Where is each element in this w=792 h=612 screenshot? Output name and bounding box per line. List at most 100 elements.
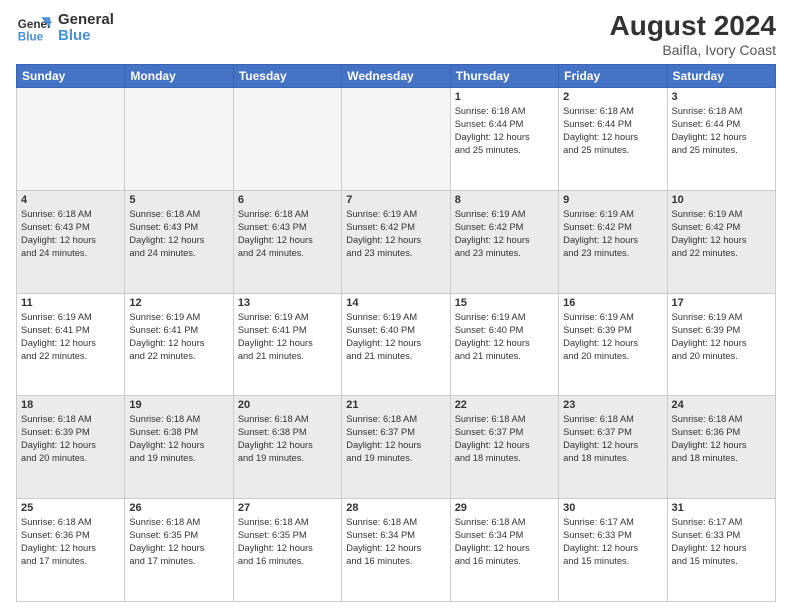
- calendar-cell: 12 Sunrise: 6:19 AM Sunset: 6:41 PM Dayli…: [125, 293, 233, 396]
- day-info: Sunrise: 6:18 AM Sunset: 6:36 PM Dayligh…: [21, 516, 120, 568]
- day-number: 10: [672, 194, 771, 206]
- day-info: Sunrise: 6:19 AM Sunset: 6:39 PM Dayligh…: [672, 311, 771, 363]
- day-info: Sunrise: 6:18 AM Sunset: 6:37 PM Dayligh…: [346, 413, 445, 465]
- calendar-cell: [125, 88, 233, 191]
- calendar-cell: 10Sunrise: 6:19 AM Sunset: 6:42 PM Dayli…: [667, 190, 775, 293]
- calendar-cell: 6Sunrise: 6:18 AM Sunset: 6:43 PM Daylig…: [233, 190, 341, 293]
- calendar-week-row: 4 Sunrise: 6:18 AM Sunset: 6:43 PM Daylig…: [17, 190, 776, 293]
- day-info: Sunrise: 6:18 AM Sunset: 6:44 PM Dayligh…: [455, 105, 554, 157]
- day-info: Sunrise: 6:19 AM Sunset: 6:40 PM Dayligh…: [346, 311, 445, 363]
- svg-text:Blue: Blue: [18, 31, 44, 44]
- day-info: Sunrise: 6:17 AM Sunset: 6:33 PM Dayligh…: [672, 516, 771, 568]
- calendar-cell: 29 Sunrise: 6:18 AM Sunset: 6:34 PM Dayli…: [450, 499, 558, 602]
- logo-general: General: [58, 12, 114, 29]
- day-number: 20: [238, 399, 337, 411]
- location: Baifla, Ivory Coast: [610, 42, 777, 58]
- day-number: 18: [21, 399, 120, 411]
- calendar-cell: 13 Sunrise: 6:19 AM Sunset: 6:41 PM Dayli…: [233, 293, 341, 396]
- logo-blue: Blue: [58, 28, 114, 45]
- calendar-cell: 19Sunrise: 6:18 AM Sunset: 6:38 PM Dayli…: [125, 396, 233, 499]
- day-info: Sunrise: 6:18 AM Sunset: 6:34 PM Dayligh…: [455, 516, 554, 568]
- day-header-friday: Friday: [559, 65, 667, 88]
- day-number: 29: [455, 502, 554, 514]
- day-info: Sunrise: 6:18 AM Sunset: 6:34 PM Dayligh…: [346, 516, 445, 568]
- day-number: 27: [238, 502, 337, 514]
- day-number: 2: [563, 91, 662, 103]
- calendar-cell: 23 Sunrise: 6:18 AM Sunset: 6:37 PM Dayli…: [559, 396, 667, 499]
- logo-icon: General Blue: [16, 10, 52, 46]
- header: General Blue General Blue August 2024 Ba…: [16, 10, 776, 58]
- day-info: Sunrise: 6:18 AM Sunset: 6:36 PM Dayligh…: [672, 413, 771, 465]
- day-number: 21: [346, 399, 445, 411]
- calendar-cell: 18 Sunrise: 6:18 AM Sunset: 6:39 PM Dayli…: [17, 396, 125, 499]
- day-info: Sunrise: 6:19 AM Sunset: 6:39 PM Dayligh…: [563, 311, 662, 363]
- day-header-monday: Monday: [125, 65, 233, 88]
- day-number: 28: [346, 502, 445, 514]
- calendar-cell: [17, 88, 125, 191]
- day-info: Sunrise: 6:19 AM Sunset: 6:40 PM Dayligh…: [455, 311, 554, 363]
- day-info: Sunrise: 6:19 AM Sunset: 6:42 PM Dayligh…: [346, 208, 445, 260]
- day-info: Sunrise: 6:18 AM Sunset: 6:37 PM Dayligh…: [563, 413, 662, 465]
- day-info: Sunrise: 6:19 AM Sunset: 6:42 PM Dayligh…: [455, 208, 554, 260]
- day-number: 1: [455, 91, 554, 103]
- month-year: August 2024: [610, 10, 777, 42]
- calendar-cell: 16Sunrise: 6:19 AM Sunset: 6:39 PM Dayli…: [559, 293, 667, 396]
- calendar-cell: [342, 88, 450, 191]
- day-number: 17: [672, 297, 771, 309]
- calendar-cell: 25Sunrise: 6:18 AM Sunset: 6:36 PM Dayli…: [17, 499, 125, 602]
- day-number: 12: [129, 297, 228, 309]
- calendar-cell: 30Sunrise: 6:17 AM Sunset: 6:33 PM Dayli…: [559, 499, 667, 602]
- calendar-week-row: 1 Sunrise: 6:18 AM Sunset: 6:44 PM Daylig…: [17, 88, 776, 191]
- calendar-cell: 1 Sunrise: 6:18 AM Sunset: 6:44 PM Daylig…: [450, 88, 558, 191]
- day-info: Sunrise: 6:19 AM Sunset: 6:41 PM Dayligh…: [129, 311, 228, 363]
- day-header-tuesday: Tuesday: [233, 65, 341, 88]
- day-number: 22: [455, 399, 554, 411]
- calendar-cell: 26Sunrise: 6:18 AM Sunset: 6:35 PM Dayli…: [125, 499, 233, 602]
- calendar-cell: 5Sunrise: 6:18 AM Sunset: 6:43 PM Daylig…: [125, 190, 233, 293]
- calendar-cell: 11 Sunrise: 6:19 AM Sunset: 6:41 PM Dayli…: [17, 293, 125, 396]
- day-number: 7: [346, 194, 445, 206]
- day-number: 13: [238, 297, 337, 309]
- day-number: 11: [21, 297, 120, 309]
- calendar-cell: 17 Sunrise: 6:19 AM Sunset: 6:39 PM Dayli…: [667, 293, 775, 396]
- calendar-cell: [233, 88, 341, 191]
- page: General Blue General Blue August 2024 Ba…: [0, 0, 792, 612]
- calendar-cell: 2 Sunrise: 6:18 AM Sunset: 6:44 PM Daylig…: [559, 88, 667, 191]
- title-block: August 2024 Baifla, Ivory Coast: [610, 10, 777, 58]
- day-info: Sunrise: 6:18 AM Sunset: 6:43 PM Dayligh…: [129, 208, 228, 260]
- day-header-thursday: Thursday: [450, 65, 558, 88]
- calendar-cell: 24 Sunrise: 6:18 AM Sunset: 6:36 PM Dayli…: [667, 396, 775, 499]
- calendar-header-row: SundayMondayTuesdayWednesdayThursdayFrid…: [17, 65, 776, 88]
- logo: General Blue General Blue: [16, 10, 114, 46]
- day-number: 4: [21, 194, 120, 206]
- calendar-cell: 27 Sunrise: 6:18 AM Sunset: 6:35 PM Dayli…: [233, 499, 341, 602]
- calendar-cell: 4Sunrise: 6:18 AM Sunset: 6:43 PM Daylig…: [17, 190, 125, 293]
- calendar-week-row: 18 Sunrise: 6:18 AM Sunset: 6:39 PM Dayli…: [17, 396, 776, 499]
- day-number: 14: [346, 297, 445, 309]
- day-number: 31: [672, 502, 771, 514]
- calendar-cell: 7 Sunrise: 6:19 AM Sunset: 6:42 PM Daylig…: [342, 190, 450, 293]
- day-info: Sunrise: 6:18 AM Sunset: 6:35 PM Dayligh…: [238, 516, 337, 568]
- day-number: 23: [563, 399, 662, 411]
- calendar-cell: 28 Sunrise: 6:18 AM Sunset: 6:34 PM Dayli…: [342, 499, 450, 602]
- day-header-sunday: Sunday: [17, 65, 125, 88]
- day-number: 8: [455, 194, 554, 206]
- day-info: Sunrise: 6:19 AM Sunset: 6:41 PM Dayligh…: [238, 311, 337, 363]
- day-number: 24: [672, 399, 771, 411]
- day-info: Sunrise: 6:19 AM Sunset: 6:41 PM Dayligh…: [21, 311, 120, 363]
- calendar-cell: 22 Sunrise: 6:18 AM Sunset: 6:37 PM Dayli…: [450, 396, 558, 499]
- day-info: Sunrise: 6:18 AM Sunset: 6:39 PM Dayligh…: [21, 413, 120, 465]
- day-number: 9: [563, 194, 662, 206]
- day-number: 26: [129, 502, 228, 514]
- calendar-week-row: 25Sunrise: 6:18 AM Sunset: 6:36 PM Dayli…: [17, 499, 776, 602]
- day-number: 6: [238, 194, 337, 206]
- calendar-cell: 14 Sunrise: 6:19 AM Sunset: 6:40 PM Dayli…: [342, 293, 450, 396]
- day-info: Sunrise: 6:18 AM Sunset: 6:37 PM Dayligh…: [455, 413, 554, 465]
- calendar-cell: 31 Sunrise: 6:17 AM Sunset: 6:33 PM Dayli…: [667, 499, 775, 602]
- day-header-wednesday: Wednesday: [342, 65, 450, 88]
- calendar-cell: 21 Sunrise: 6:18 AM Sunset: 6:37 PM Dayli…: [342, 396, 450, 499]
- day-number: 15: [455, 297, 554, 309]
- day-info: Sunrise: 6:18 AM Sunset: 6:44 PM Dayligh…: [563, 105, 662, 157]
- calendar-cell: 3Sunrise: 6:18 AM Sunset: 6:44 PM Daylig…: [667, 88, 775, 191]
- day-info: Sunrise: 6:18 AM Sunset: 6:44 PM Dayligh…: [672, 105, 771, 157]
